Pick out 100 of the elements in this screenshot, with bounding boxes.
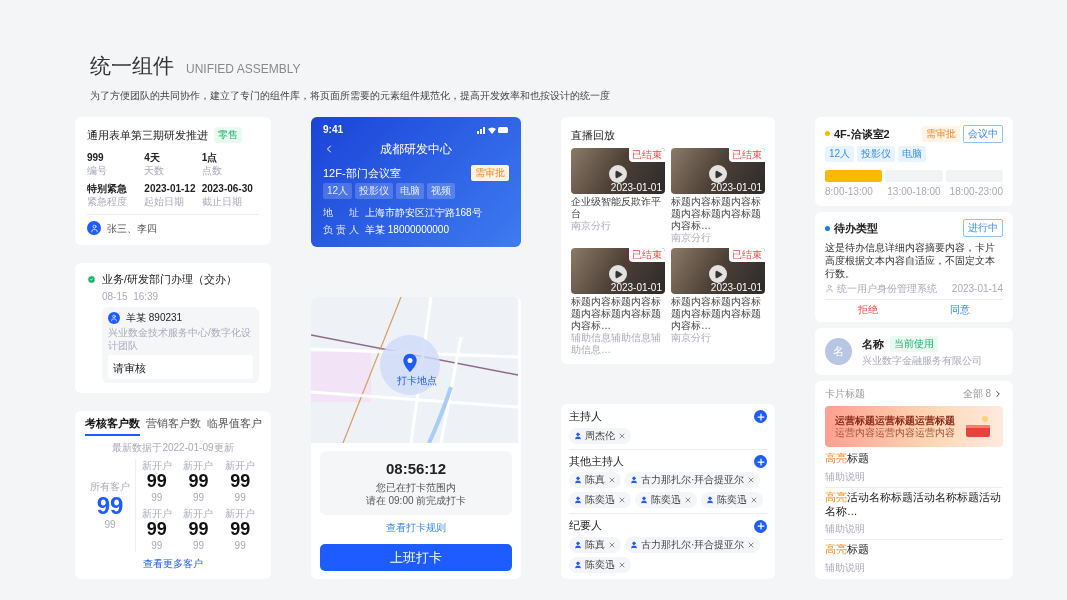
- close-icon[interactable]: [747, 476, 756, 485]
- status-bar-icons-icon: [477, 125, 509, 134]
- checkin-button[interactable]: 上班打卡: [320, 544, 512, 571]
- ended-badge: 已结束: [629, 248, 665, 262]
- field-value: 2023-01-12: [144, 182, 197, 195]
- action-button[interactable]: 同意: [917, 302, 1003, 319]
- comment-text: 请审核: [108, 355, 253, 380]
- field-label: 紧急程度: [87, 195, 128, 208]
- avatar: 名: [825, 338, 852, 366]
- info-label: 负责人: [323, 222, 359, 237]
- nav-title: 成都研发中心: [380, 142, 452, 157]
- stat-subvalue: 99: [192, 539, 205, 552]
- info-label: 地 址: [323, 205, 359, 220]
- promo-banner[interactable]: 运营标题运营标题运营标题 运营内容运营内容运营内容: [825, 406, 1003, 448]
- item-subtitle: 辅助说明: [825, 562, 865, 573]
- video-date: 2023-01-01: [710, 182, 762, 193]
- stat-value: 99: [96, 493, 124, 519]
- add-icon[interactable]: [754, 455, 767, 469]
- stat-label: 新开户: [141, 507, 172, 521]
- group-title: 主持人: [569, 410, 602, 424]
- stat-subvalue: 99: [234, 539, 246, 552]
- stat-value: 99: [146, 520, 167, 539]
- stat-subvalue: 99: [151, 539, 163, 552]
- person-chip[interactable]: 陈奕迅: [635, 492, 697, 509]
- add-icon[interactable]: [754, 519, 767, 533]
- close-icon[interactable]: [618, 561, 626, 569]
- play-icon[interactable]: [609, 165, 627, 183]
- person-chip[interactable]: 古力那扎尔·拜合提亚尔: [625, 472, 761, 489]
- person-chip[interactable]: 陈奕迅: [569, 492, 631, 509]
- field-value: 4天: [144, 151, 161, 164]
- ended-badge: 已结束: [729, 148, 765, 162]
- checkin-rules-link[interactable]: 查看打卡规则: [320, 521, 512, 535]
- org-name: 兴业数金技术服务中心/数字化设计团队: [108, 326, 252, 353]
- person-chip[interactable]: 陈真: [569, 537, 621, 553]
- ended-badge: 已结束: [629, 148, 665, 162]
- close-icon[interactable]: [747, 541, 756, 549]
- user-icon: [574, 561, 582, 569]
- room-tag: 投影仪: [857, 146, 896, 162]
- user-icon: [630, 541, 638, 549]
- play-icon[interactable]: [709, 265, 727, 283]
- close-icon[interactable]: [684, 496, 692, 505]
- stat-subvalue: 99: [151, 491, 163, 505]
- stat-value: 99: [188, 472, 209, 492]
- item-title[interactable]: 高亮活动名称标题活动名称标题活动名称…: [825, 491, 1003, 519]
- map-location-label: 打卡地点: [397, 373, 437, 388]
- banner-text: 运营内容运营内容运营内容: [835, 427, 955, 440]
- tab[interactable]: 临界值客户: [207, 417, 262, 437]
- play-icon[interactable]: [709, 165, 727, 183]
- field-label: 起始日期: [144, 195, 186, 208]
- item-title[interactable]: 高亮标题: [825, 452, 1003, 467]
- group-title: 其他主持人: [569, 454, 624, 469]
- tab[interactable]: 营销客户数: [146, 417, 201, 437]
- field-label: 截止日期: [201, 195, 243, 208]
- chevron-right-icon[interactable]: [993, 388, 1003, 399]
- close-icon[interactable]: [618, 431, 626, 440]
- user-icon: [630, 476, 638, 485]
- stat-label: 新开户: [225, 459, 256, 473]
- user-icon: [640, 496, 648, 505]
- stat-label: 新开户: [141, 459, 172, 473]
- field-value: 999: [87, 151, 105, 164]
- person-chip[interactable]: 古力那扎尔·拜合提亚尔: [625, 537, 761, 553]
- video-title: 标题内容标题内容标题内容标题内容标题内容标…: [671, 296, 762, 332]
- person-name: 羊某 890231: [126, 311, 183, 325]
- video-title: 标题内容标题内容标题内容标题内容标题内容标…: [671, 196, 762, 232]
- video-title: 标题内容标题内容标题内容标题内容标题内容标…: [571, 296, 662, 332]
- status-badge: 需审批: [922, 126, 960, 142]
- video-thumbnail-placeholder[interactable]: 已结束 2023-01-01: [671, 248, 765, 294]
- person-chip[interactable]: 陈奕迅: [569, 557, 631, 573]
- action-button[interactable]: 拒绝: [825, 302, 911, 319]
- video-thumbnail-placeholder[interactable]: 已结束 2023-01-01: [571, 248, 665, 294]
- close-icon[interactable]: [618, 496, 626, 505]
- video-thumbnail-placeholder[interactable]: 已结束 2023-01-01: [571, 148, 665, 194]
- gift-box-drawing: [963, 414, 993, 439]
- close-icon[interactable]: [608, 476, 616, 485]
- room-tag: 12人: [825, 146, 855, 162]
- room-tag: 电脑: [898, 146, 927, 162]
- video-date: 2023-01-01: [610, 282, 662, 293]
- current-tag: 当前使用: [890, 336, 938, 353]
- video-title: 企业级智能反欺诈平台: [571, 196, 662, 220]
- video-subtitle: 辅助信息辅助信息辅助信息…: [571, 332, 662, 356]
- video-thumbnail-placeholder[interactable]: 已结束 2023-01-01: [671, 148, 765, 194]
- close-icon[interactable]: [750, 496, 758, 505]
- play-icon[interactable]: [609, 265, 627, 283]
- item-title[interactable]: 高亮标题: [825, 543, 1003, 557]
- person-chip[interactable]: 陈奕迅: [701, 492, 763, 509]
- user-icon: [574, 541, 582, 549]
- room-tag: 电脑: [396, 182, 425, 199]
- person-chip[interactable]: 陈真: [569, 472, 621, 489]
- time-slot-label: 18:00-23:00: [948, 185, 1003, 198]
- add-icon[interactable]: [754, 410, 767, 424]
- banner-title: 运营标题运营标题运营标题: [835, 414, 955, 427]
- item-subtitle: 辅助说明: [825, 471, 865, 483]
- company-name: 兴业数字金融服务有限公司: [862, 354, 982, 368]
- more-customers-link[interactable]: 查看更多客户: [85, 557, 261, 571]
- field-label: 点数: [201, 164, 223, 177]
- person-chip[interactable]: 周杰伦: [569, 427, 631, 444]
- user-avatar-icon: [108, 311, 120, 324]
- close-icon[interactable]: [608, 541, 616, 549]
- status-badge: 进行中: [963, 219, 1003, 238]
- tab[interactable]: 考核客户数: [85, 417, 140, 437]
